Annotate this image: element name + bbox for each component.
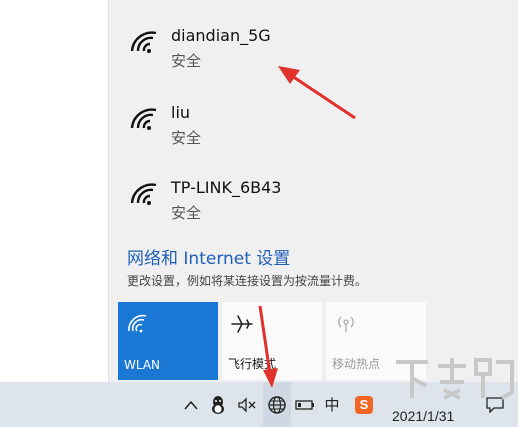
- wifi-icon: [130, 108, 157, 130]
- network-settings-description: 更改设置，例如将某连接设置为按流量计费。: [127, 274, 368, 288]
- hotspot-icon: [338, 316, 354, 332]
- sogou-icon: S: [355, 395, 373, 414]
- show-hidden-icons-button[interactable]: [180, 382, 202, 427]
- network-settings-link[interactable]: 网络和 Internet 设置: [127, 244, 290, 269]
- volume-muted-icon: [238, 396, 256, 413]
- qq-tray-button[interactable]: [205, 382, 231, 427]
- airplane-icon: [231, 315, 253, 333]
- network-name: TP-LINK_6B43: [171, 178, 282, 197]
- taskbar-date[interactable]: 2021/1/31: [392, 408, 454, 424]
- wifi-icon: [130, 183, 157, 205]
- watermark-logo: [396, 358, 514, 400]
- wlan-toggle[interactable]: WLAN: [118, 302, 218, 380]
- penguin-icon: [212, 395, 224, 414]
- network-item-diandian-5g[interactable]: diandian_5G 安全: [109, 0, 518, 70]
- volume-button[interactable]: [234, 382, 260, 427]
- network-security: 安全: [171, 204, 202, 222]
- network-tray-button[interactable]: [263, 382, 291, 427]
- chevron-up-icon: [184, 400, 198, 409]
- ime-mode-button[interactable]: 中: [320, 382, 344, 427]
- wifi-icon: [128, 314, 147, 333]
- airplane-mode-toggle[interactable]: 飞行模式: [222, 302, 322, 380]
- network-item-liu[interactable]: liu 安全: [109, 77, 518, 147]
- wlan-label: WLAN: [124, 358, 161, 372]
- wifi-icon: [130, 31, 157, 53]
- network-item-tp-link[interactable]: TP-LINK_6B43 安全: [109, 152, 518, 222]
- airplane-mode-label: 飞行模式: [228, 357, 277, 371]
- mobile-hotspot-label: 移动热点: [332, 357, 381, 371]
- globe-icon: [268, 395, 286, 414]
- battery-button[interactable]: [293, 382, 317, 427]
- battery-icon: [295, 399, 314, 410]
- network-name: liu: [171, 103, 191, 122]
- network-name: diandian_5G: [171, 26, 271, 45]
- network-security: 安全: [171, 129, 202, 147]
- network-security: 安全: [171, 52, 202, 70]
- sogou-ime-button[interactable]: S: [350, 382, 378, 427]
- sogou-icon-letter: S: [359, 397, 369, 412]
